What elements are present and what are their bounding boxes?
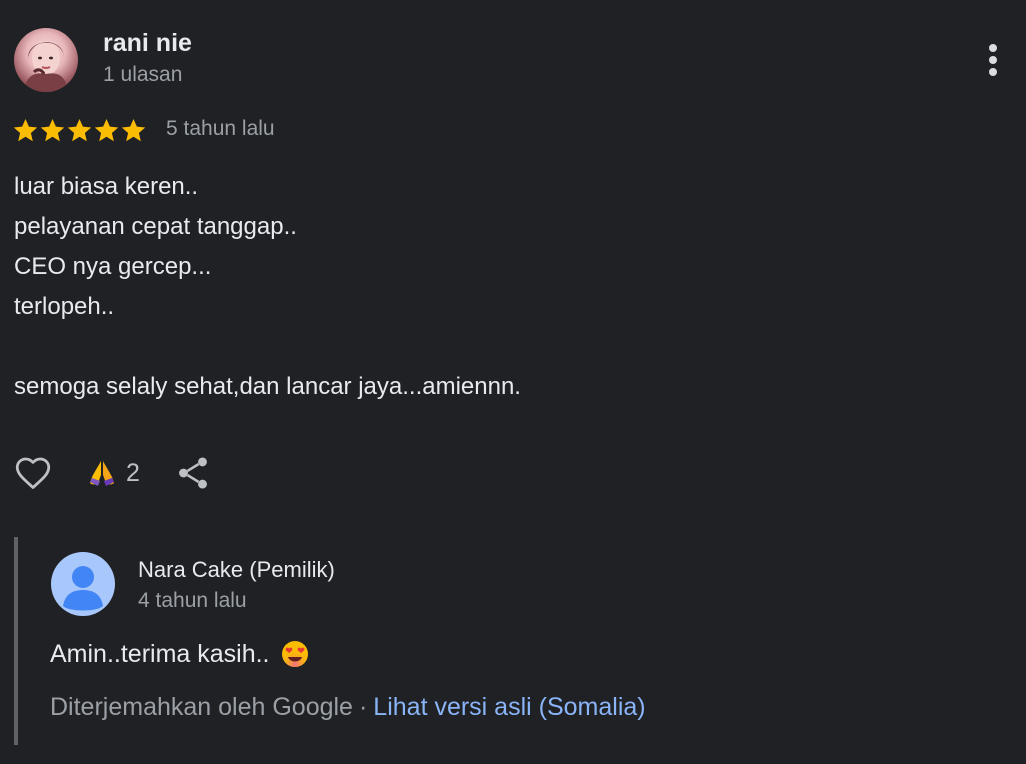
view-original-link[interactable]: Lihat versi asli (Somalia) <box>373 693 645 721</box>
star-icon <box>40 118 65 141</box>
like-button[interactable] <box>12 452 54 494</box>
owner-reply-message: Amin..terima kasih.. <box>50 639 270 668</box>
reviewer-name[interactable]: rani nie <box>103 29 192 58</box>
owner-reply-date: 4 tahun lalu <box>138 589 247 612</box>
star-icon <box>94 118 119 141</box>
star-icon <box>121 118 146 141</box>
folded-hands-emoji <box>90 461 114 486</box>
more-vertical-icon-dot <box>989 68 997 76</box>
translation-notice: Diterjemahkan oleh Google · Lihat versi as… <box>50 693 646 722</box>
share-icon <box>179 457 207 489</box>
review-text-line: semoga selaly sehat,dan lancar jaya...am… <box>14 373 521 400</box>
review-text-line <box>14 327 521 367</box>
star-icon <box>13 118 38 141</box>
reviewer-avatar[interactable] <box>14 28 78 92</box>
translated-by-label: Diterjemahkan oleh Google <box>50 693 353 721</box>
review-text-line: pelayanan cepat tanggap.. <box>14 213 297 240</box>
star-rating <box>12 113 147 147</box>
owner-reply-text: Amin..terima kasih.. <box>50 637 310 671</box>
separator: · <box>358 693 368 721</box>
review-text-line: terlopeh.. <box>14 293 115 320</box>
reviewer-review-count: 1 ulasan <box>103 63 183 86</box>
review-date: 5 tahun lalu <box>166 117 275 140</box>
share-button[interactable] <box>174 454 212 492</box>
person-icon <box>63 566 103 611</box>
review-text: luar biasa keren.. pelayanan cepat tangga… <box>14 167 521 407</box>
heart-eyes-emoji <box>281 641 308 667</box>
review-text-line: CEO nya gercep... <box>14 253 212 280</box>
review-card: rani nie 1 ulasan 5 tahun lalu luar bias… <box>0 0 1026 764</box>
owner-name: Nara Cake (Pemilik) <box>138 557 335 582</box>
more-options-button[interactable] <box>976 38 1012 82</box>
owner-avatar[interactable] <box>51 552 115 616</box>
more-vertical-icon <box>989 44 997 52</box>
owner-reply: Nara Cake (Pemilik) 4 tahun lalu Amin..t… <box>14 537 1008 745</box>
heart-outline-icon <box>15 457 51 489</box>
star-icon <box>67 118 92 141</box>
reaction-count: 2 <box>126 458 140 487</box>
reviewer-photo <box>24 41 68 92</box>
reaction-button[interactable]: 2 <box>86 456 140 490</box>
review-text-line: luar biasa keren.. <box>14 173 199 200</box>
more-vertical-icon-dot <box>989 56 997 64</box>
